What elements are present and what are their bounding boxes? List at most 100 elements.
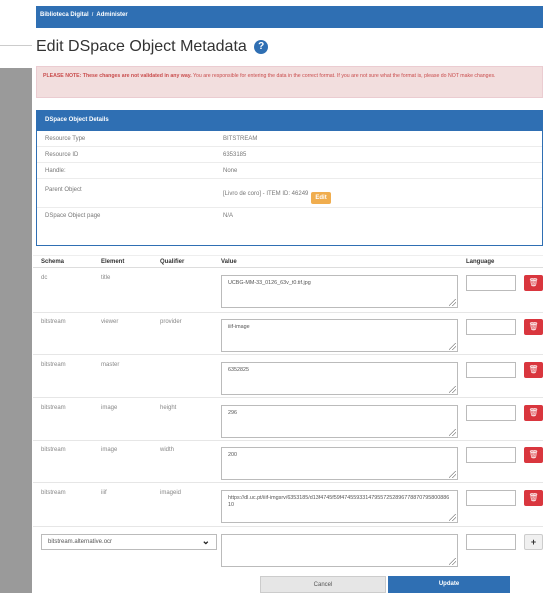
plus-icon: + [530,537,537,547]
delete-button[interactable]: 🗑 [524,275,543,291]
cancel-button[interactable]: Cancel [260,576,386,593]
help-icon[interactable]: ? [254,40,269,54]
value-text: 200 [228,452,237,458]
value-text: https://dl.uc.pt/iiif-imgsrv/6353185/d13… [228,495,450,508]
new-value-textarea[interactable] [221,534,458,567]
header-language: Language [466,259,495,265]
detail-value: None [223,168,238,174]
cell-schema: bitstream [41,319,66,325]
value-textarea[interactable]: 6352825 [221,362,458,395]
new-field-row: bitstream.alternative.ocr ⌄ + [33,528,543,570]
detail-row-resource-type: Resource Type BITSTREAM [37,131,542,147]
detail-row-object-page: DSpace Object page N/A [37,208,542,224]
value-textarea[interactable]: iiif-image [221,319,458,352]
value-text: UCBG-MM-33_0126_63v_t0.tif.jpg [228,280,311,286]
detail-value: N/A [223,213,234,219]
resize-grip-icon[interactable] [449,471,456,478]
cell-schema: bitstream [41,405,66,411]
resize-grip-icon[interactable] [449,514,456,521]
detail-row-parent-object: Parent Object [Livro de coro] - ITEM ID:… [37,179,542,208]
add-button[interactable]: + [524,534,543,550]
object-details-panel: DSpace Object Details Resource Type BITS… [36,110,543,246]
value-textarea[interactable]: UCBG-MM-33_0126_63v_t0.tif.jpg [221,275,458,308]
table-header: Schema Element Qualifier Value Language [33,255,543,268]
detail-row-handle: Handle: None [37,163,542,179]
trash-icon: 🗑 [528,493,539,502]
delete-button[interactable]: 🗑 [524,490,543,506]
value-textarea[interactable]: https://dl.uc.pt/iiif-imgsrv/6353185/d13… [221,490,458,523]
breadcrumb: Biblioteca Digital / Administer [36,6,543,28]
breadcrumb-separator: / [91,12,94,18]
header-value: Value [221,259,237,265]
page-title: Edit DSpace Object Metadata ? [36,38,269,56]
table-row: dc title UCBG-MM-33_0126_63v_t0.tif.jpg … [33,269,543,313]
update-button[interactable]: Update [388,576,510,593]
delete-button[interactable]: 🗑 [524,447,543,463]
detail-value: BITSTREAM [223,136,258,142]
language-input[interactable] [466,275,516,291]
breadcrumb-home[interactable]: Biblioteca Digital [40,12,89,18]
resize-grip-icon[interactable] [449,343,456,350]
table-row: bitstream image width 200 🗑 [33,441,543,483]
value-textarea[interactable]: 200 [221,447,458,480]
main-content: Biblioteca Digital / Administer Edit DSpac… [33,0,543,593]
resize-grip-icon[interactable] [449,299,456,306]
chevron-down-icon: ⌄ [201,536,210,547]
cell-element: title [101,275,111,281]
trash-icon: 🗑 [528,322,539,331]
table-row: bitstream master 6352825 🗑 [33,356,543,398]
cell-element: master [101,362,120,368]
detail-label: Resource Type [45,136,86,142]
language-input[interactable] [466,362,516,378]
language-input[interactable] [466,405,516,421]
detail-value: 6353185 [223,152,247,158]
sidebar-divider [0,45,32,46]
cell-element: image [101,447,118,453]
parent-object-text: [Livro de coro] - ITEM ID: 46249 [223,191,309,197]
cell-qualifier: height [160,405,177,411]
page-title-text: Edit DSpace Object Metadata [36,38,247,55]
delete-button[interactable]: 🗑 [524,319,543,335]
delete-button[interactable]: 🗑 [524,362,543,378]
breadcrumb-current: Administer [96,12,128,18]
panel-header: DSpace Object Details [37,111,542,131]
detail-value-parent: [Livro de coro] - ITEM ID: 46249Edit [223,191,331,204]
trash-icon: 🗑 [528,278,539,287]
table-row: bitstream viewer provider iiif-image 🗑 [33,313,543,355]
delete-button[interactable]: 🗑 [524,405,543,421]
language-input[interactable] [466,490,516,506]
cell-schema: bitstream [41,447,66,453]
resize-grip-icon[interactable] [449,386,456,393]
sidebar-panel [0,68,32,593]
cell-schema: dc [41,275,48,281]
value-textarea[interactable]: 296 [221,405,458,438]
trash-icon: 🗑 [528,450,539,459]
table-row: bitstream image height 296 🗑 [33,399,543,441]
cell-element: image [101,405,118,411]
cell-qualifier: imageid [160,490,182,496]
edit-parent-button[interactable]: Edit [311,192,331,204]
cell-element: viewer [101,319,119,325]
table-row: bitstream iiif imageid https://dl.uc.pt/… [33,484,543,527]
header-schema: Schema [41,259,65,265]
cell-schema: bitstream [41,490,66,496]
new-language-input[interactable] [466,534,516,550]
detail-label: Parent Object [45,187,82,193]
value-text: iiif-image [228,324,250,330]
header-element: Element [101,259,125,265]
resize-grip-icon[interactable] [449,558,456,565]
field-select[interactable]: bitstream.alternative.ocr ⌄ [41,534,217,550]
language-input[interactable] [466,447,516,463]
language-input[interactable] [466,319,516,335]
resize-grip-icon[interactable] [449,429,456,436]
field-select-value: bitstream.alternative.ocr [48,539,113,545]
value-text: 296 [228,410,237,416]
detail-label: Resource ID [45,152,79,158]
detail-label: DSpace Object page [45,213,101,219]
left-sidebar [0,0,32,593]
trash-icon: 🗑 [528,408,539,417]
trash-icon: 🗑 [528,365,539,374]
detail-row-resource-id: Resource ID 6353185 [37,147,542,163]
metadata-table: Schema Element Qualifier Value Language [33,255,543,268]
cell-element: iiif [101,490,107,496]
